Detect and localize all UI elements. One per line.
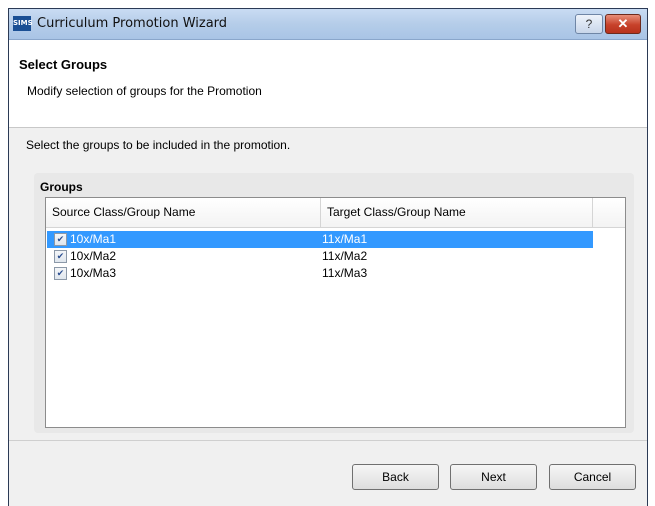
table-row[interactable]: ✔ 10x/Ma2 11x/Ma2 — [47, 248, 593, 265]
table-row[interactable]: ✔ 10x/Ma3 11x/Ma3 — [47, 265, 593, 282]
target-cell: 11x/Ma2 — [322, 249, 368, 263]
wizard-header: Select Groups Modify selection of groups… — [9, 40, 647, 128]
back-button[interactable]: Back — [352, 464, 439, 490]
table-row[interactable]: ✔ 10x/Ma1 11x/Ma1 — [47, 231, 593, 248]
grid-header: Source Class/Group Name Target Class/Gro… — [46, 198, 625, 228]
groups-label: Groups — [40, 180, 83, 194]
footer-divider — [9, 440, 647, 441]
target-cell: 11x/Ma1 — [322, 232, 368, 246]
window-title: Curriculum Promotion Wizard — [37, 16, 228, 31]
row-checkbox[interactable]: ✔ — [54, 250, 67, 263]
step-subtitle: Modify selection of groups for the Promo… — [27, 84, 262, 98]
title-bar[interactable]: SIMS Curriculum Promotion Wizard ? ✕ — [9, 9, 647, 40]
target-cell: 11x/Ma3 — [322, 266, 368, 280]
source-cell: 10x/Ma2 — [70, 249, 117, 263]
column-header-source[interactable]: Source Class/Group Name — [46, 198, 321, 227]
groups-grid[interactable]: Source Class/Group Name Target Class/Gro… — [45, 197, 626, 428]
step-title: Select Groups — [19, 57, 108, 72]
row-checkbox[interactable]: ✔ — [54, 233, 67, 246]
instruction-text: Select the groups to be included in the … — [26, 138, 291, 152]
sims-app-icon: SIMS — [13, 16, 33, 31]
next-button[interactable]: Next — [450, 464, 537, 490]
groups-panel: Groups Source Class/Group Name Target Cl… — [34, 173, 634, 433]
row-checkbox[interactable]: ✔ — [54, 267, 67, 280]
wizard-window: SIMS Curriculum Promotion Wizard ? ✕ Sel… — [8, 8, 648, 506]
cancel-button[interactable]: Cancel — [549, 464, 636, 490]
column-header-target[interactable]: Target Class/Group Name — [321, 198, 593, 227]
source-cell: 10x/Ma3 — [70, 266, 117, 280]
help-button[interactable]: ? — [575, 14, 603, 34]
source-cell: 10x/Ma1 — [70, 232, 117, 246]
close-button[interactable]: ✕ — [605, 14, 641, 34]
